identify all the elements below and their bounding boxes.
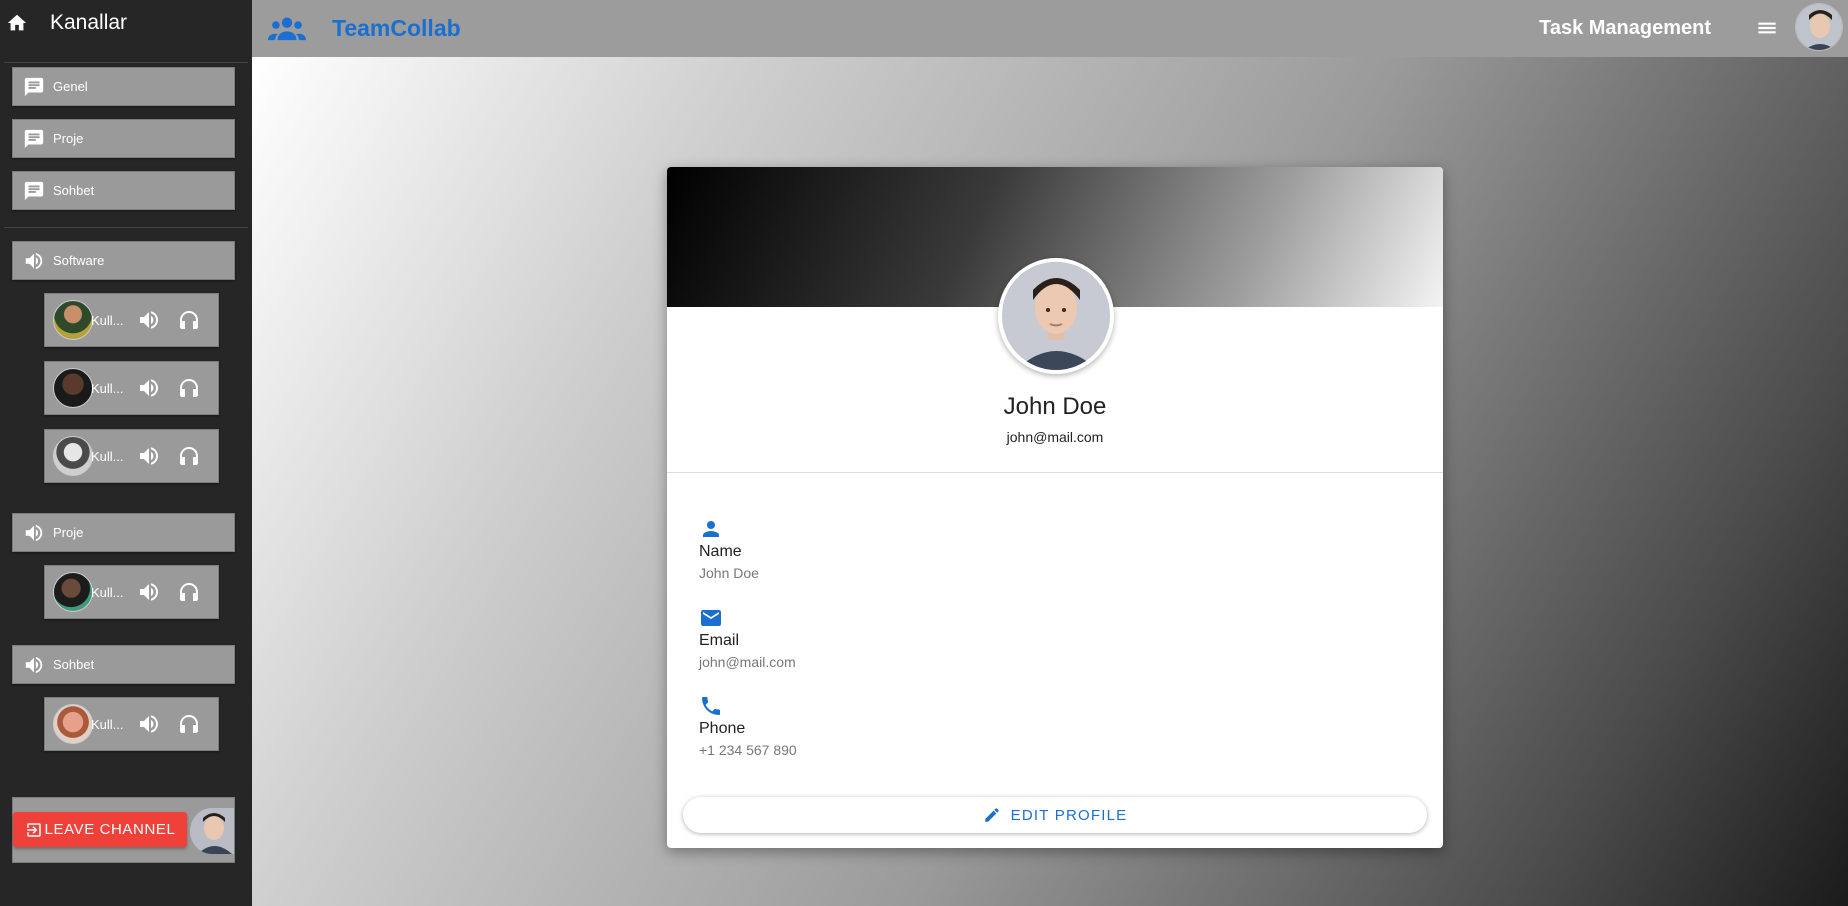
info-email: Email john@mail.com [699,606,796,670]
channel-label: Sohbet [53,657,95,672]
user-name: Kull... [91,380,124,396]
sidebar: Kanallar Genel Proje Sohbet Software Kul… [0,0,252,906]
avatar [190,808,234,854]
field-label: Phone [699,720,746,737]
avatar [53,300,93,340]
divider [4,227,248,228]
voice-user[interactable]: Kull... [44,361,219,415]
field-value: John Doe [699,565,759,581]
avatar [53,572,93,612]
headphones-icon[interactable] [177,308,201,332]
headphones-icon[interactable] [177,580,201,604]
volume-icon[interactable] [137,712,161,736]
volume-icon[interactable] [137,308,161,332]
field-label: Email [699,632,740,649]
edit-profile-button[interactable]: EDIT PROFILE [683,797,1427,833]
leave-channel-button[interactable]: LEAVE CHANNEL [13,812,187,847]
menu-icon[interactable] [1754,15,1780,41]
text-channel-proje[interactable]: Proje [12,119,235,158]
field-label: Name [699,543,742,560]
text-channel-genel[interactable]: Genel [12,67,235,106]
pencil-icon [984,808,999,822]
edit-profile-label: EDIT PROFILE [1010,806,1128,824]
chat-icon [24,181,44,200]
speaker-icon [25,252,43,269]
logout-icon [26,822,41,837]
voice-user[interactable]: Kull... [44,293,219,347]
person-icon [703,521,719,537]
phone-icon [702,697,720,715]
profile-email: john@mail.com [1006,429,1104,445]
voice-user[interactable]: Kull... [44,697,219,751]
section-title[interactable]: Task Management [1539,17,1711,40]
channel-label: Software [53,253,105,268]
top-bar: TeamCollab Task Management [252,0,1848,57]
leave-channel-label: LEAVE CHANNEL [44,821,176,838]
voice-user[interactable]: Kull... [44,565,219,619]
profile-avatar [998,258,1114,374]
main-area: John Doe john@mail.com Name John Doe Ema… [252,57,1848,906]
field-value: +1 234 567 890 [699,742,797,758]
volume-icon[interactable] [137,376,161,400]
brand-name[interactable]: TeamCollab [332,15,461,42]
profile-card: John Doe john@mail.com Name John Doe Ema… [667,167,1443,848]
channel-label: Proje [53,525,84,540]
channel-label: Proje [53,131,84,146]
user-avatar[interactable] [1795,3,1843,51]
profile-name: John Doe [1003,393,1107,420]
info-name: Name John Doe [699,517,759,581]
avatar [53,368,93,408]
chat-icon [24,77,44,96]
team-icon [268,16,306,40]
home-icon[interactable] [6,12,28,34]
voice-channel-proje[interactable]: Proje [12,513,235,552]
divider [4,62,248,63]
channel-label: Sohbet [53,183,95,198]
email-icon [701,610,721,626]
voice-user[interactable]: Kull... [44,429,219,483]
chat-icon [24,129,44,148]
channel-label: Genel [53,79,88,94]
user-name: Kull... [91,584,124,600]
avatar [53,704,93,744]
user-name: Kull... [91,312,124,328]
volume-icon[interactable] [137,444,161,468]
sidebar-header: Kanallar [0,0,252,46]
text-channel-sohbet[interactable]: Sohbet [12,171,235,210]
field-value: john@mail.com [699,654,796,670]
user-name: Kull... [91,448,124,464]
speaker-icon [25,656,43,673]
speaker-icon [25,524,43,541]
volume-icon[interactable] [137,580,161,604]
current-voice-panel: LEAVE CHANNEL [12,797,235,863]
headphones-icon[interactable] [177,376,201,400]
voice-channel-software[interactable]: Software [12,241,235,280]
user-name: Kull... [91,716,124,732]
divider [667,472,1443,473]
headphones-icon[interactable] [177,444,201,468]
headphones-icon[interactable] [177,712,201,736]
voice-channel-sohbet[interactable]: Sohbet [12,645,235,684]
info-phone: Phone +1 234 567 890 [699,694,797,758]
avatar [53,436,93,476]
sidebar-title: Kanallar [50,11,128,34]
